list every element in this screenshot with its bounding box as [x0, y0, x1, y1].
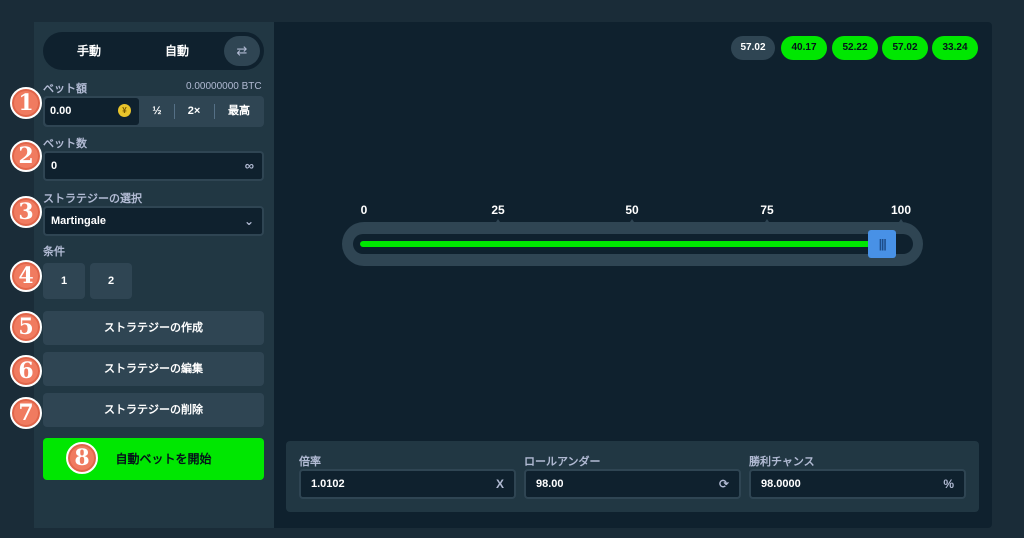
multiplier-x-icon: X: [495, 477, 504, 491]
infinity-icon[interactable]: ∞: [245, 153, 254, 179]
tab-manual[interactable]: 手動: [57, 36, 121, 66]
multiplier-input[interactable]: 1.0102 X: [299, 469, 516, 499]
win-chance-input[interactable]: 98.0000 %: [749, 469, 966, 499]
divider: [174, 104, 175, 119]
chevron-down-icon: ⌄: [243, 214, 254, 228]
swap-icon[interactable]: ⇄: [224, 36, 260, 66]
roll-under-value: 98.00: [536, 478, 564, 490]
history-pill: 57.02: [882, 36, 928, 60]
roll-under-input[interactable]: 98.00 ⟳: [524, 469, 741, 499]
bet-amount-label: ベット額: [43, 83, 87, 95]
bet-count-input[interactable]: 0 ∞: [43, 151, 264, 181]
history-pill: 33.24: [932, 36, 978, 60]
balance-text: 0.00000000 BTC: [186, 81, 262, 92]
double-button[interactable]: 2×: [177, 98, 211, 125]
condition-button-2[interactable]: 2: [90, 263, 132, 299]
multiplier-value: 1.0102: [311, 478, 345, 490]
bet-count-label: ベット数: [43, 138, 87, 150]
tick-label: 100: [890, 203, 912, 217]
history-pill: 52.22: [832, 36, 878, 60]
delete-strategy-button[interactable]: ストラテジーの削除: [43, 393, 264, 427]
mode-toggle: 手動 自動 ⇄: [43, 32, 264, 70]
bet-amount-value: 0.00: [50, 105, 72, 117]
annotation-badge-4: 4: [10, 260, 42, 292]
annotation-badge-2: 2: [10, 140, 42, 172]
tick-label: 0: [360, 203, 368, 217]
annotation-badge-8: 8: [66, 442, 98, 474]
half-button[interactable]: ½: [143, 98, 171, 125]
annotation-badge-5: 5: [10, 311, 42, 343]
refresh-icon[interactable]: ⟳: [719, 471, 729, 497]
annotation-badge-1: 1: [10, 87, 42, 119]
history-pill: 57.02: [731, 36, 775, 60]
create-strategy-button[interactable]: ストラテジーの作成: [43, 311, 264, 345]
tick-label: 75: [760, 203, 774, 217]
strategy-label: ストラテジーの選択: [43, 193, 142, 205]
bet-count-value: 0: [51, 160, 58, 172]
strategy-value: Martingale: [51, 215, 107, 227]
condition-button-1[interactable]: 1: [43, 263, 85, 299]
bet-amount-group: 0.00 ¥ ½ 2× 最高: [43, 96, 264, 127]
slider-thumb[interactable]: |||: [868, 230, 897, 258]
tick-label: 50: [625, 203, 639, 217]
win-chance-value: 98.0000: [761, 478, 801, 490]
history-pill: 40.17: [781, 36, 827, 60]
percent-icon: %: [943, 477, 954, 491]
max-button[interactable]: 最高: [219, 98, 259, 125]
coin-icon: ¥: [118, 104, 131, 117]
annotation-badge-3: 3: [10, 196, 42, 228]
start-autobet-label: 自動ベットを開始: [115, 452, 212, 466]
slider-fill: [360, 241, 891, 247]
multiplier-label: 倍率: [299, 456, 321, 468]
annotation-badge-6: 6: [10, 355, 42, 387]
tick-label: 25: [491, 203, 505, 217]
annotation-badge-7: 7: [10, 397, 42, 429]
divider: [214, 104, 215, 119]
strategy-select[interactable]: Martingale ⌄: [43, 206, 264, 236]
edit-strategy-button[interactable]: ストラテジーの編集: [43, 352, 264, 386]
win-chance-label: 勝利チャンス: [749, 456, 815, 468]
conditions-label: 条件: [43, 246, 65, 258]
tab-auto[interactable]: 自動: [145, 36, 209, 66]
roll-under-label: ロールアンダー: [524, 456, 601, 468]
